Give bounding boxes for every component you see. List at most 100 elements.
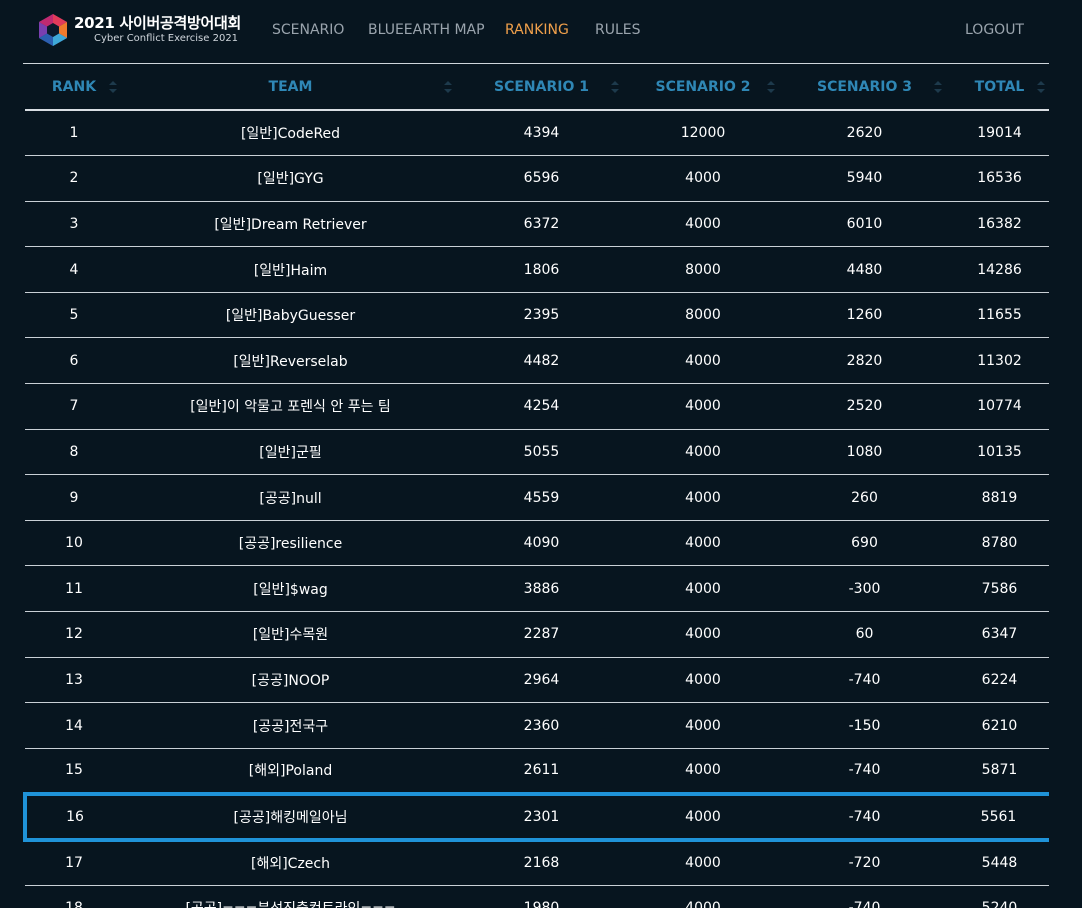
- team-cell: [공공]NOOP: [123, 657, 458, 704]
- table-row[interactable]: 4 [일반]Haim 1806 8000 4480 14286: [25, 246, 1049, 293]
- scenario-1-cell: 2301: [458, 791, 625, 842]
- scenario-1-cell: 4482: [458, 337, 625, 385]
- table-row[interactable]: 14 [공공]전국구 2360 4000 -150 6210: [25, 702, 1049, 749]
- scenario-2-cell: 8000: [625, 292, 781, 339]
- table-row[interactable]: 15 [해외]Poland 2611 4000 -740 5871: [25, 748, 1049, 795]
- team-cell: [공공]해킹메일아님: [123, 791, 458, 842]
- site-logo[interactable]: 2021 사이버공격방어대회 Cyber Conflict Exercise 2…: [36, 12, 246, 48]
- scenario-1-cell: 3886: [458, 565, 625, 613]
- scenario-1-cell: 4090: [458, 520, 625, 567]
- scenario-1-cell: 6372: [458, 201, 625, 248]
- column-header-scenario-1[interactable]: SCENARIO 1: [458, 64, 625, 111]
- scenario-2-cell: 12000: [625, 110, 781, 157]
- rank-cell: 18: [25, 885, 123, 908]
- table-row[interactable]: 16 [공공]해킹메일아님 2301 4000 -740 5561: [23, 791, 1049, 842]
- rank-cell: 5: [25, 292, 123, 339]
- column-header-label: SCENARIO 3: [817, 78, 912, 95]
- scenario-3-cell: -740: [781, 657, 948, 704]
- total-cell: 7586: [948, 565, 1049, 613]
- column-header-scenario-3[interactable]: SCENARIO 3: [781, 64, 948, 111]
- scenario-3-cell: 690: [781, 520, 948, 567]
- team-cell: [일반]Reverselab: [123, 337, 458, 385]
- total-cell: 11302: [948, 337, 1049, 385]
- scenario-3-cell: 260: [781, 474, 948, 521]
- sort-icon[interactable]: [444, 81, 452, 93]
- sort-icon[interactable]: [109, 81, 117, 93]
- logo-title: 2021 사이버공격방어대회: [74, 14, 241, 32]
- column-header-label: RANK: [51, 78, 97, 95]
- table-row[interactable]: 9 [공공]null 4559 4000 260 8819: [25, 474, 1049, 521]
- column-header-label: SCENARIO 1: [494, 78, 589, 95]
- table-row[interactable]: 13 [공공]NOOP 2964 4000 -740 6224: [25, 657, 1049, 704]
- table-row[interactable]: 10 [공공]resilience 4090 4000 690 8780: [25, 520, 1049, 567]
- scenario-3-cell: 4480: [781, 246, 948, 293]
- ranking-table-container[interactable]: RANK TEAM SCENARIO 1 SCENARIO 2 SCENARIO 3 TO…: [23, 63, 1049, 908]
- team-cell: [공공]null: [123, 474, 458, 521]
- column-header-total[interactable]: TOTAL: [948, 64, 1049, 111]
- scenario-1-cell: 4254: [458, 383, 625, 430]
- rank-cell: 8: [25, 429, 123, 476]
- team-cell: [공공]resilience: [123, 520, 458, 567]
- scenario-3-cell: -740: [781, 748, 948, 795]
- table-row[interactable]: 3 [일반]Dream Retriever 6372 4000 6010 16382: [25, 201, 1049, 248]
- table-row[interactable]: 11 [일반]$wag 3886 4000 -300 7586: [25, 565, 1049, 613]
- table-row[interactable]: 2 [일반]GYG 6596 4000 5940 16536: [25, 155, 1049, 202]
- scenario-1-cell: 2287: [458, 611, 625, 658]
- table-row[interactable]: 8 [일반]군필 5055 4000 1080 10135: [25, 429, 1049, 476]
- nav-ranking[interactable]: RANKING: [505, 22, 569, 38]
- rank-cell: 2: [25, 155, 123, 202]
- total-cell: 8780: [948, 520, 1049, 567]
- scenario-1-cell: 4559: [458, 474, 625, 521]
- total-cell: 6210: [948, 702, 1049, 749]
- scenario-1-cell: 2964: [458, 657, 625, 704]
- column-header-team[interactable]: TEAM: [123, 64, 458, 111]
- rank-cell: 17: [25, 839, 123, 886]
- nav-rules[interactable]: RULES: [595, 22, 641, 38]
- scenario-2-cell: 4000: [625, 657, 781, 704]
- team-cell: [일반]BabyGuesser: [123, 292, 458, 339]
- logout-link[interactable]: LOGOUT: [965, 22, 1024, 38]
- scenario-2-cell: 4000: [625, 611, 781, 658]
- team-cell: [일반]CodeRed: [123, 110, 458, 157]
- total-cell: 11655: [948, 292, 1049, 339]
- team-cell: [일반]군필: [123, 429, 458, 476]
- total-cell: 19014: [948, 110, 1049, 157]
- table-row[interactable]: 12 [일반]수목원 2287 4000 60 6347: [25, 611, 1049, 658]
- logo-emblem-icon: [39, 14, 67, 46]
- scenario-2-cell: 4000: [625, 748, 781, 795]
- table-row[interactable]: 6 [일반]Reverselab 4482 4000 2820 11302: [25, 337, 1049, 385]
- sort-icon[interactable]: [611, 81, 619, 93]
- sort-icon[interactable]: [1037, 81, 1045, 93]
- total-cell: 5561: [948, 791, 1049, 842]
- scenario-1-cell: 2611: [458, 748, 625, 795]
- table-row[interactable]: 17 [해외]Czech 2168 4000 -720 5448: [25, 839, 1049, 886]
- scenario-3-cell: -720: [781, 839, 948, 886]
- column-header-rank[interactable]: RANK: [25, 64, 123, 111]
- sort-icon[interactable]: [767, 81, 775, 93]
- team-cell: [공공]전국구: [123, 702, 458, 749]
- table-row[interactable]: 7 [일반]이 악물고 포렌식 안 푸는 팀 4254 4000 2520 10774: [25, 383, 1049, 430]
- nav-scenario[interactable]: SCENARIO: [272, 22, 344, 38]
- logo-subtitle: Cyber Conflict Exercise 2021: [94, 33, 239, 44]
- table-row[interactable]: 18[공공]===분석진출컷트라인===19804000-7405240: [25, 885, 1049, 908]
- scenario-1-cell: 2395: [458, 292, 625, 339]
- rank-cell: 13: [25, 657, 123, 704]
- scenario-1-cell: 1806: [458, 246, 625, 293]
- scenario-3-cell: -740: [781, 885, 948, 908]
- scenario-2-cell: 4000: [625, 885, 781, 908]
- nav-blueearth-map[interactable]: BLUEEARTH MAP: [368, 22, 485, 38]
- team-cell: [일반]수목원: [123, 611, 458, 658]
- team-cell: [일반]Dream Retriever: [123, 201, 458, 248]
- ranking-table-body: 1 [일반]CodeRed 4394 12000 2620 19014 2 [일반]GYG 65…: [23, 110, 1049, 908]
- scenario-3-cell: 2820: [781, 337, 948, 385]
- scenario-2-cell: 4000: [625, 474, 781, 521]
- column-header-label: SCENARIO 2: [655, 78, 751, 95]
- sort-icon[interactable]: [934, 81, 942, 93]
- team-cell: [일반]$wag: [123, 565, 458, 613]
- scenario-1-cell: 2360: [458, 702, 625, 749]
- scenario-1-cell: 6596: [458, 155, 625, 202]
- table-row[interactable]: 1 [일반]CodeRed 4394 12000 2620 19014: [25, 110, 1049, 157]
- scenario-2-cell: 4000: [625, 429, 781, 476]
- column-header-scenario-2[interactable]: SCENARIO 2: [625, 64, 781, 111]
- table-row[interactable]: 5 [일반]BabyGuesser 2395 8000 1260 11655: [25, 292, 1049, 339]
